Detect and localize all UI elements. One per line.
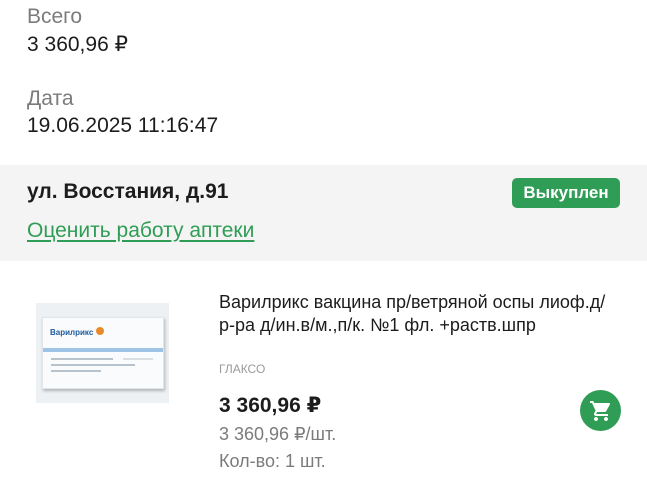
box-stripe <box>43 348 163 352</box>
product-image: Варилрикс <box>36 303 169 403</box>
box-text-line <box>51 370 101 372</box>
shopping-cart-icon <box>589 400 610 421</box>
product-image-brand: Варилрикс <box>50 328 94 337</box>
rate-pharmacy-link[interactable]: Оценить работу аптеки <box>27 219 254 243</box>
box-text-line <box>51 358 113 360</box>
total-value: 3 360,96 ₽ <box>27 33 128 56</box>
brand-mark <box>96 327 104 335</box>
product-manufacturer: ГЛАКСО <box>219 362 266 376</box>
product-box: Варилрикс <box>42 317 164 389</box>
status-badge: Выкуплен <box>512 178 620 208</box>
box-text-line <box>51 364 135 366</box>
product-unit-price: 3 360,96 ₽/шт. <box>219 424 337 444</box>
add-to-cart-button[interactable] <box>580 390 621 431</box>
product-name: Варилрикс вакцина пр/ветряной оспы лиоф.… <box>219 292 606 335</box>
date-label: Дата <box>27 87 74 110</box>
order-details-page: Всего 3 360,96 ₽ Дата 19.06.2025 11:16:4… <box>0 0 647 500</box>
box-text-line <box>123 358 153 360</box>
product-price-total: 3 360,96 ₽ <box>219 394 322 417</box>
product-quantity: Кол-во: 1 шт. <box>219 451 326 471</box>
date-value: 19.06.2025 11:16:47 <box>27 114 219 137</box>
pharmacy-address: ул. Восстания, д.91 <box>27 180 229 203</box>
total-label: Всего <box>27 5 83 28</box>
